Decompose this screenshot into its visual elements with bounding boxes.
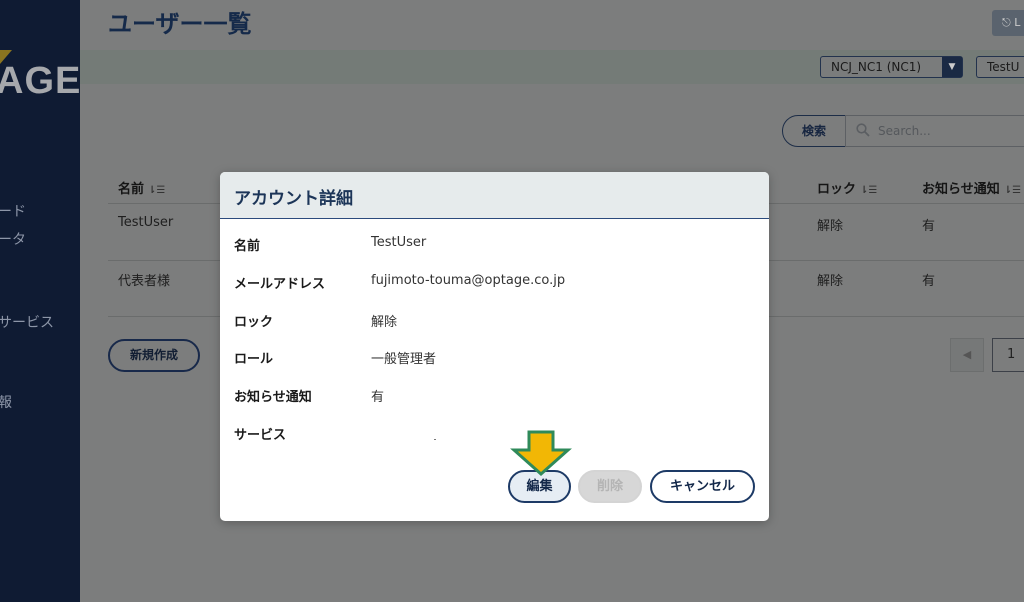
table-cell-notify: 有 bbox=[922, 274, 936, 289]
sidebar-item-info[interactable]: 報 bbox=[0, 392, 12, 412]
table-cell-lock: 解除 bbox=[817, 219, 844, 234]
user-select[interactable]: TestU bbox=[976, 56, 1024, 78]
table-cell-notify: 有 bbox=[922, 219, 936, 234]
pagination-page-1[interactable]: 1 bbox=[992, 338, 1024, 372]
sort-icon: ⇂☰ bbox=[1003, 185, 1022, 196]
cancel-button[interactable]: キャンセル bbox=[650, 470, 755, 503]
sidebar-item-dashboard[interactable]: ード bbox=[0, 201, 26, 221]
down-arrow-icon bbox=[510, 430, 572, 476]
column-header-lock-label: ロック bbox=[817, 182, 857, 197]
field-label-notify: お知らせ通知 bbox=[234, 390, 312, 405]
page-title: ユーザー一覧 bbox=[108, 10, 252, 38]
logo: AGE bbox=[0, 60, 80, 102]
logout-button[interactable]: ⎋ L bbox=[992, 10, 1024, 36]
user-select-value: TestU bbox=[987, 60, 1020, 74]
field-label-role: ロール bbox=[234, 352, 274, 367]
search-placeholder: Search... bbox=[878, 124, 931, 138]
search-icon bbox=[856, 123, 870, 137]
delete-button[interactable]: 削除 bbox=[578, 470, 642, 503]
field-label-service: サービス bbox=[234, 428, 287, 443]
field-value-email: fujimoto-touma@optage.co.jp bbox=[371, 273, 566, 288]
contract-select-value: NCJ_NC1 (NC1) bbox=[831, 60, 922, 74]
column-header-name[interactable]: 名前 ⇂☰ bbox=[118, 178, 165, 197]
field-label-name: 名前 bbox=[234, 239, 261, 254]
new-account-button[interactable]: 新規作成 bbox=[108, 339, 200, 372]
field-label-email: メールアドレス bbox=[234, 277, 326, 292]
chevron-down-icon: ▼ bbox=[942, 57, 962, 77]
column-header-notify[interactable]: お知らせ通知 ⇂☰ bbox=[922, 178, 1021, 197]
field-value-name: TestUser bbox=[371, 235, 427, 250]
sidebar: AGE ード ータ サービス 報 bbox=[0, 0, 80, 602]
sort-icon: ⇂☰ bbox=[148, 185, 166, 196]
search-input[interactable]: Search... bbox=[845, 115, 1024, 147]
table-cell-name[interactable]: 代表者様 bbox=[118, 270, 170, 289]
service-placeholder-mark bbox=[434, 439, 436, 440]
column-header-notify-label: お知らせ通知 bbox=[922, 182, 1000, 197]
modal-title: アカウント詳細 bbox=[234, 189, 353, 209]
sidebar-item-data[interactable]: ータ bbox=[0, 229, 26, 249]
pagination-prev-button[interactable]: ◀ bbox=[950, 338, 984, 372]
sidebar-item-services[interactable]: サービス bbox=[0, 312, 54, 332]
column-header-lock[interactable]: ロック ⇂☰ bbox=[817, 178, 877, 197]
sort-icon: ⇂☰ bbox=[860, 185, 878, 196]
table-cell-name[interactable]: TestUser bbox=[118, 215, 173, 230]
field-label-lock: ロック bbox=[234, 315, 274, 330]
field-value-role: 一般管理者 bbox=[371, 352, 437, 367]
field-value-lock: 解除 bbox=[371, 315, 398, 330]
column-header-name-label: 名前 bbox=[118, 182, 145, 197]
account-detail-modal: アカウント詳細 名前 TestUser メールアドレス fujimoto-tou… bbox=[220, 172, 769, 521]
table-cell-lock: 解除 bbox=[817, 274, 844, 289]
contract-select[interactable]: NCJ_NC1 (NC1) ▼ bbox=[820, 56, 963, 78]
field-value-notify: 有 bbox=[371, 390, 385, 405]
modal-header: アカウント詳細 bbox=[220, 172, 769, 219]
search-button[interactable]: 検索 bbox=[782, 115, 846, 147]
